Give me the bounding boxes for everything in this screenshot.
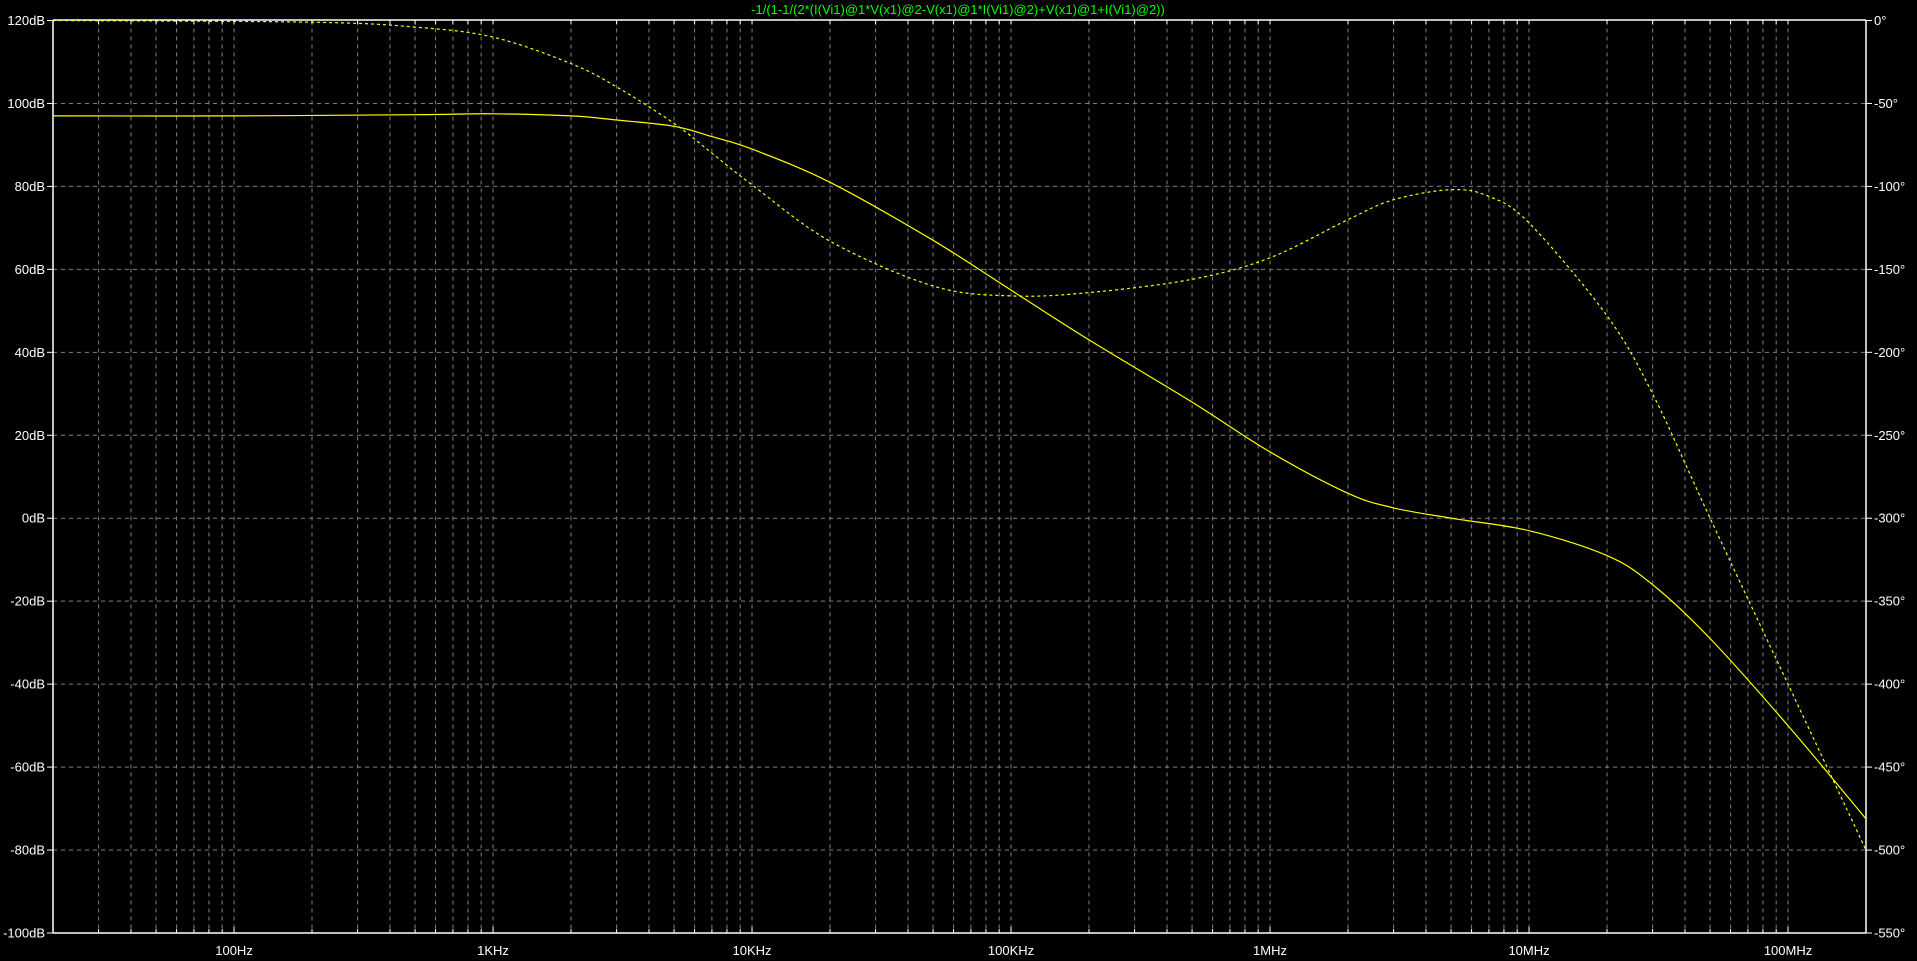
- x-tick-label: 10KHz: [733, 943, 772, 958]
- y-left-tick-label: 80dB: [15, 179, 45, 194]
- y-right-tick-label: -550°: [1874, 926, 1905, 941]
- trace-expression-title[interactable]: -1/(1-1/(2*(I(Vi1)@1*V(x1)@2-V(x1)@1*I(V…: [751, 2, 1165, 17]
- y-right-tick-label: 0°: [1874, 13, 1886, 28]
- y-right-tick-label: -500°: [1874, 843, 1905, 858]
- x-tick-label: 100KHz: [988, 943, 1034, 958]
- y-left-tick-label: 100dB: [7, 96, 45, 111]
- y-left-tick-label: -80dB: [10, 843, 45, 858]
- x-tick-label: 100MHz: [1764, 943, 1812, 958]
- y-left-tick-label: -100dB: [3, 926, 45, 941]
- y-left-tick-label: -20dB: [10, 594, 45, 609]
- x-tick-label: 100Hz: [215, 943, 253, 958]
- y-right-tick-label: -350°: [1874, 594, 1905, 609]
- y-right-tick-label: -400°: [1874, 677, 1905, 692]
- y-left-tick-label: -60dB: [10, 760, 45, 775]
- y-left-tick-label: -40dB: [10, 677, 45, 692]
- y-left-tick-label: 0dB: [22, 511, 45, 526]
- x-tick-label: 10MHz: [1508, 943, 1549, 958]
- y-right-tick-label: -450°: [1874, 760, 1905, 775]
- y-left-tick-label: 20dB: [15, 428, 45, 443]
- x-tick-label: 1MHz: [1253, 943, 1287, 958]
- y-right-tick-label: -250°: [1874, 428, 1905, 443]
- y-left-tick-label: 40dB: [15, 345, 45, 360]
- y-right-tick-label: -200°: [1874, 345, 1905, 360]
- y-left-tick-label: 120dB: [7, 13, 45, 28]
- y-right-tick-label: -150°: [1874, 262, 1905, 277]
- y-right-tick-label: -50°: [1874, 96, 1898, 111]
- plot-background: [0, 0, 1917, 961]
- y-left-tick-label: 60dB: [15, 262, 45, 277]
- y-right-tick-label: -300°: [1874, 511, 1905, 526]
- y-right-tick-label: -100°: [1874, 179, 1905, 194]
- bode-plot[interactable]: 120dB 100dB 80dB 60dB 40dB 20dB 0dB -20dB -40dB -…: [0, 0, 1917, 961]
- x-tick-label: 1KHz: [477, 943, 509, 958]
